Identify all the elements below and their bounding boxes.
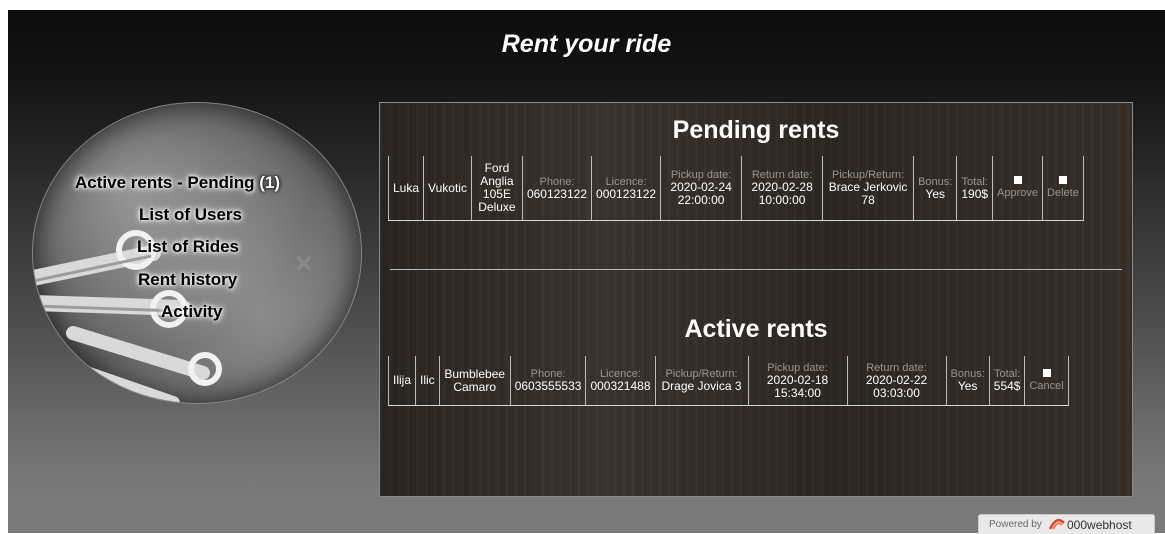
- licence-label: Licence:: [605, 175, 647, 188]
- phone-cell: Phone: 0603555533: [509, 356, 587, 406]
- licence-cell: Licence: 000123122: [591, 156, 662, 221]
- host-name: 000webhost: [1067, 518, 1132, 532]
- site-title: Rent your ride: [501, 30, 672, 58]
- menu-item-label: List of Rides: [137, 237, 240, 256]
- last-name-cell: Vukotic: [423, 156, 472, 221]
- return-date-cell: Return date: 2020-02-28 10:00:00: [741, 156, 824, 221]
- return-date-label: Return date:: [866, 361, 927, 374]
- pending-count-badge: (1): [259, 173, 280, 192]
- pickup-return-value: Brace Jerkovic 78: [828, 180, 908, 207]
- vehicle-cell: Ford Anglia 105E Deluxe: [470, 156, 523, 221]
- phone-value: 0603555533: [514, 379, 582, 393]
- return-date-cell: Return date: 2020-02-22 03:03:00: [846, 356, 947, 406]
- menu-item-rent-history[interactable]: Rent history: [138, 270, 237, 290]
- phone-label: Phone:: [539, 175, 575, 188]
- licence-value: 000123122: [596, 186, 657, 201]
- svg-text:×: ×: [295, 247, 313, 280]
- menu-item-activity[interactable]: Activity: [161, 302, 222, 322]
- bonus-cell: Bonus: Yes: [945, 356, 990, 406]
- side-menu: × Active rents - Pending (1) List of Use…: [33, 103, 361, 403]
- bonus-value: Yes: [925, 186, 945, 201]
- pickup-return-cell: Pickup/Return: Drage Jovica 3: [654, 356, 749, 406]
- vehicle-cell: Bumblebee Camaro: [438, 356, 511, 406]
- first-name-cell: Luka: [387, 156, 425, 221]
- rents-panel: Pending rents Luka Vukotic Ford Anglia 1…: [379, 102, 1133, 497]
- first-name-cell: Ilija: [387, 356, 417, 406]
- menu-item-active-rents-pending[interactable]: Active rents - Pending (1): [75, 173, 280, 193]
- approve-action-cell: Approve: [992, 156, 1044, 221]
- cancel-action-cell: Cancel: [1024, 356, 1069, 406]
- powered-by-badge[interactable]: Powered by 000webhost: [978, 514, 1155, 534]
- delete-button[interactable]: Delete: [1047, 187, 1079, 200]
- delete-action-cell: Delete: [1042, 156, 1084, 221]
- pickup-return-value: Drage Jovica 3: [661, 379, 742, 393]
- bonus-label: Bonus:: [918, 175, 953, 188]
- menu-item-label: Active rents - Pending: [75, 173, 255, 192]
- phone-value: 060123122: [526, 186, 588, 201]
- approve-checkbox[interactable]: [1013, 176, 1022, 184]
- menu-item-list-of-users[interactable]: List of Users: [139, 205, 242, 225]
- total-label: Total:: [961, 175, 988, 188]
- page-frame: Rent your ride × Active rents - Pending: [8, 10, 1165, 533]
- pending-rents-table: Luka Vukotic Ford Anglia 105E Deluxe Pho…: [387, 156, 1084, 221]
- table-row: Luka Vukotic Ford Anglia 105E Deluxe Pho…: [387, 156, 1084, 221]
- bonus-value: Yes: [957, 379, 978, 393]
- pickup-date-label: Pickup date:: [767, 361, 828, 374]
- approve-button[interactable]: Approve: [997, 187, 1038, 200]
- pickup-return-cell: Pickup/Return: Brace Jerkovic 78: [822, 156, 915, 221]
- active-rents-title: Active rents: [684, 315, 828, 343]
- bonus-cell: Bonus: Yes: [913, 156, 958, 221]
- licence-value: 000321488: [590, 379, 651, 393]
- menu-item-list-of-rides[interactable]: List of Rides: [137, 237, 239, 257]
- pickup-date-value: 2020-02-24 22:00:00: [670, 180, 732, 207]
- pickup-date-value: 2020-02-18 15:34:00: [766, 372, 829, 400]
- licence-cell: Licence: 000321488: [585, 356, 656, 406]
- delete-checkbox[interactable]: [1058, 176, 1067, 184]
- total-cell: Total: 190$: [956, 156, 994, 221]
- cancel-button[interactable]: Cancel: [1029, 380, 1063, 393]
- pickup-date-cell: Pickup date: 2020-02-18 15:34:00: [747, 356, 848, 406]
- last-name-cell: Ilic: [415, 356, 440, 406]
- menu-item-label: Activity: [161, 302, 223, 321]
- menu-item-label: List of Users: [139, 205, 242, 224]
- return-date-value: 2020-02-22 03:03:00: [865, 372, 928, 400]
- section-divider: [390, 269, 1122, 270]
- total-cell: Total: 554$: [988, 356, 1026, 406]
- total-value: 190$: [961, 186, 989, 201]
- powered-by-text: Powered by: [989, 519, 1042, 530]
- webhost-logo-icon: [1049, 518, 1065, 530]
- active-rents-table: Ilija Ilic Bumblebee Camaro Phone: 06035…: [387, 356, 1069, 406]
- cancel-checkbox[interactable]: [1042, 368, 1051, 377]
- pending-rents-title: Pending rents: [672, 116, 840, 144]
- total-value: 554$: [993, 379, 1021, 393]
- menu-item-label: Rent history: [138, 270, 238, 289]
- table-row: Ilija Ilic Bumblebee Camaro Phone: 06035…: [387, 356, 1069, 406]
- return-date-value: 2020-02-28 10:00:00: [751, 180, 813, 207]
- phone-cell: Phone: 060123122: [521, 156, 593, 221]
- pickup-date-cell: Pickup date: 2020-02-24 22:00:00: [660, 156, 743, 221]
